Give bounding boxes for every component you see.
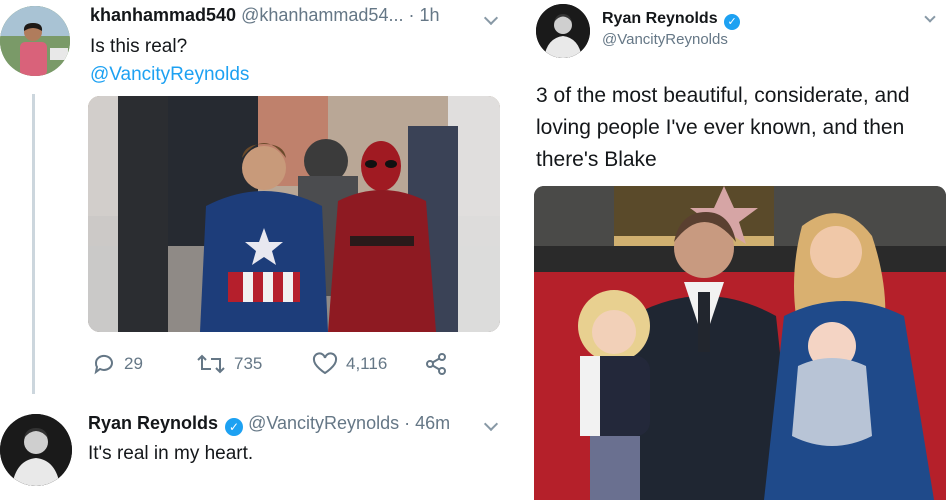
retweet-action[interactable]: 735 [196, 352, 262, 376]
tweet1-mention-link[interactable]: @VancityReynolds [90, 64, 249, 86]
heart-icon [312, 352, 338, 375]
tweet2-text-line3: there's Blake [536, 148, 657, 171]
ryan-reply-avatar[interactable] [0, 414, 72, 486]
ryan-avatar-photo [0, 414, 72, 486]
tweet1-menu-chevron-icon[interactable] [483, 10, 499, 26]
tweet1-username[interactable]: khanhammad540 [90, 5, 236, 25]
panel-divider [512, 0, 522, 500]
reply-count: 29 [124, 354, 143, 373]
ryan-avatar[interactable] [536, 4, 590, 58]
reply-menu-chevron-icon[interactable] [483, 416, 499, 432]
khanhammad-avatar[interactable] [0, 6, 70, 76]
retweet-icon [197, 354, 225, 374]
tweet2-name[interactable]: Ryan Reynolds [602, 10, 718, 27]
retweet-count: 735 [234, 354, 263, 373]
left-tweet-thread: khanhammad540 @khanhammad54... · 1h Is t… [0, 0, 512, 500]
like-count: 4,116 [346, 354, 388, 373]
right-tweet: Ryan Reynolds ✓ @VancityReynolds 3 of th… [522, 0, 946, 500]
reply-name[interactable]: Ryan Reynolds [88, 413, 218, 433]
tweet1-media-photo[interactable] [88, 96, 500, 332]
tweet2-handle[interactable]: @VancityReynolds [602, 31, 728, 48]
reply-action[interactable]: 29 [92, 352, 143, 376]
reply-handle[interactable]: @VancityReynolds [248, 413, 399, 433]
avatar-photo [0, 6, 70, 76]
tweet2-menu-chevron-icon[interactable] [924, 11, 936, 23]
reply-header: Ryan Reynolds ✓ @VancityReynolds · 46m [88, 413, 450, 436]
reply-text: It's real in my heart. [88, 443, 254, 464]
share-action[interactable] [424, 352, 448, 376]
reply-time[interactable]: · 46m [404, 413, 450, 433]
film-set-photo [88, 96, 500, 332]
thread-connector [32, 94, 35, 394]
tweet1-time[interactable]: · 1h [408, 5, 439, 25]
reply-icon [94, 354, 113, 375]
tweet1-handle[interactable]: @khanhammad54... [241, 5, 403, 25]
tweet1-text: Is this real? [90, 36, 188, 57]
tweet2-text-line1: 3 of the most beautiful, considerate, an… [536, 84, 910, 107]
share-icon [426, 353, 446, 375]
tweet2-name-row: Ryan Reynolds ✓ [602, 10, 741, 30]
tweet2-media-photo[interactable] [534, 186, 946, 500]
family-photo [534, 186, 946, 500]
tweet1-header: khanhammad540 @khanhammad54... · 1h [90, 5, 440, 26]
like-action[interactable]: 4,116 [312, 352, 387, 376]
verified-badge-icon: ✓ [724, 14, 741, 30]
verified-badge-icon: ✓ [225, 418, 244, 436]
ryan-avatar-photo-2 [536, 4, 590, 58]
tweet2-text-line2: loving people I've ever known, and then [536, 116, 905, 139]
